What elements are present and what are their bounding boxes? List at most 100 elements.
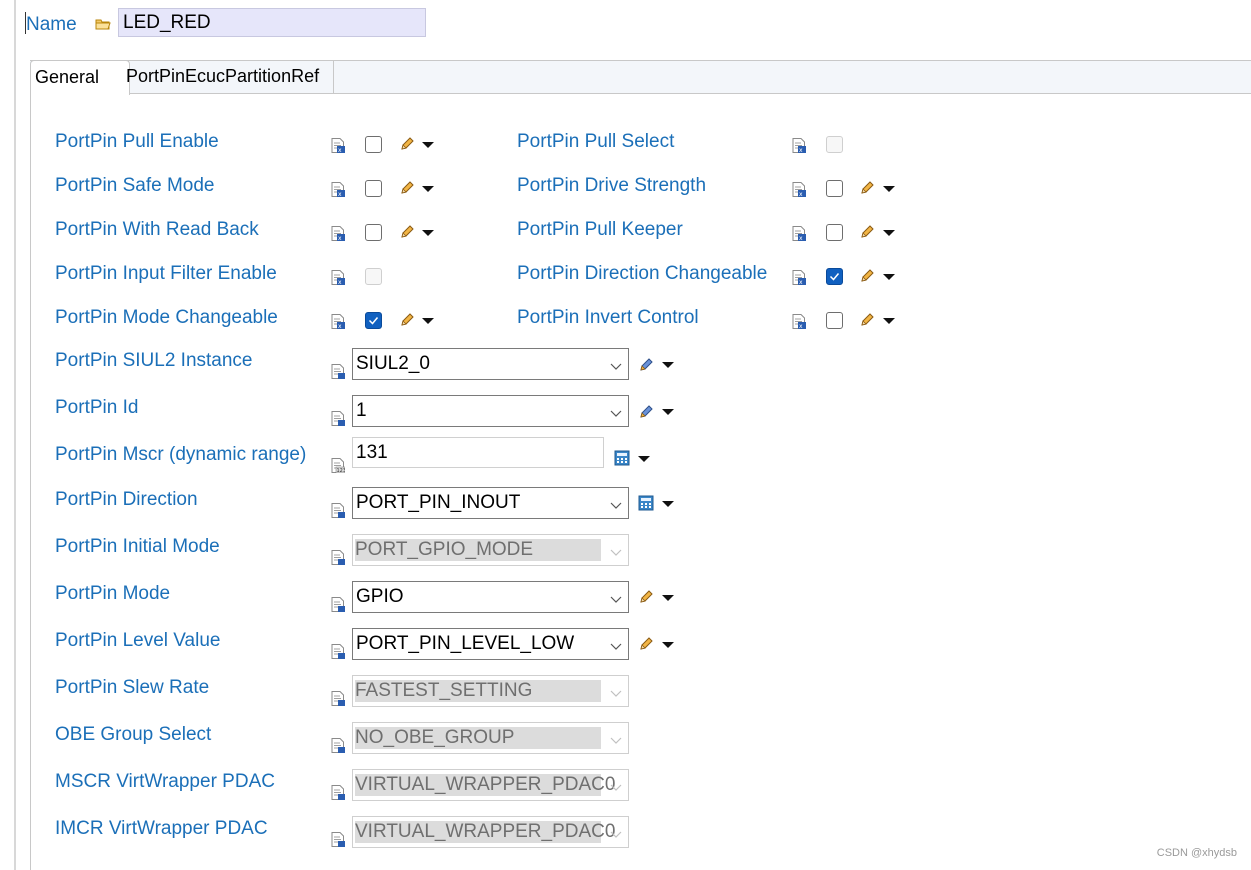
chevron-down-icon	[610, 544, 622, 562]
portpin-mode-changeable-pencil-icon[interactable]	[399, 312, 415, 333]
obe-group-select-label: OBE Group Select	[55, 724, 212, 745]
name-input-value: LED_RED	[123, 12, 211, 33]
portpin-direction-changeable-pencil-icon[interactable]	[859, 268, 875, 289]
portpin-slew-rate-label: PortPin Slew Rate	[55, 677, 210, 698]
portpin-safe-mode-label: PortPin Safe Mode	[55, 175, 215, 196]
portpin-level-value-pencil-icon[interactable]	[638, 636, 654, 657]
imcr-virtwrapper-pdac-select: VIRTUAL_WRAPPER_PDAC0	[352, 816, 629, 848]
portpin-siul2-instance-menu-caret-icon[interactable]	[662, 362, 674, 368]
portpin-initial-mode-type-icon	[331, 550, 345, 570]
portpin-safe-mode-menu-caret-icon[interactable]	[422, 186, 434, 192]
portpin-drive-strength-label: PortPin Drive Strength	[517, 175, 707, 196]
portpin-safe-mode-type-icon: x	[331, 182, 345, 202]
tab-general-label: General	[35, 67, 100, 87]
portpin-input-filter-enable-checkbox	[365, 268, 382, 285]
portpin-drive-strength-pencil-icon[interactable]	[859, 180, 875, 201]
watermark: CSDN @xhydsb	[1156, 847, 1237, 859]
folder-icon[interactable]	[95, 17, 111, 36]
portpin-pull-select-label: PortPin Pull Select	[517, 131, 675, 152]
portpin-pull-select-checkbox	[826, 136, 843, 153]
portpin-direction-menu-caret-icon[interactable]	[662, 501, 674, 507]
portpin-direction-changeable-menu-caret-icon[interactable]	[883, 274, 895, 280]
portpin-mscr-dynamic-range-value: 131	[356, 442, 388, 463]
svg-text:x: x	[799, 147, 803, 153]
portpin-id-menu-caret-icon[interactable]	[662, 409, 674, 415]
portpin-mscr-dynamic-range-calculator-icon[interactable]	[614, 450, 630, 471]
portpin-siul2-instance-select[interactable]: SIUL2_0	[352, 348, 629, 380]
portpin-direction-calculator-icon[interactable]	[638, 495, 654, 516]
mscr-virtwrapper-pdac-value: VIRTUAL_WRAPPER_PDAC0	[355, 774, 616, 796]
portpin-id-select[interactable]: 1	[352, 395, 629, 427]
tab-portpinecucpartitionref-label: PortPinEcucPartitionRef	[126, 66, 320, 86]
svg-text:x: x	[799, 191, 803, 197]
chevron-down-icon[interactable]	[610, 591, 622, 609]
portpin-mscr-dynamic-range-type-icon: 123	[331, 458, 346, 478]
portpin-pull-enable-pencil-icon[interactable]	[399, 136, 415, 157]
portpin-input-filter-enable-type-icon: x	[331, 270, 345, 290]
portpin-level-value-value: PORT_PIN_LEVEL_LOW	[356, 633, 575, 654]
chevron-down-icon[interactable]	[610, 497, 622, 515]
svg-text:x: x	[799, 235, 803, 241]
imcr-virtwrapper-pdac-value: VIRTUAL_WRAPPER_PDAC0	[355, 821, 616, 843]
portpin-mode-changeable-label: PortPin Mode Changeable	[55, 307, 278, 328]
portpin-level-value-label: PortPin Level Value	[55, 630, 221, 651]
name-input[interactable]: LED_RED	[118, 8, 426, 37]
portpin-mode-changeable-menu-caret-icon[interactable]	[422, 318, 434, 324]
svg-text:x: x	[799, 279, 803, 285]
portpin-initial-mode-value: PORT_GPIO_MODE	[355, 539, 601, 561]
portpin-id-label: PortPin Id	[55, 397, 139, 418]
portpin-safe-mode-pencil-icon[interactable]	[399, 180, 415, 201]
portpin-mode-changeable-type-icon: x	[331, 314, 345, 334]
portpin-input-filter-enable-label: PortPin Input Filter Enable	[55, 263, 277, 284]
portpin-initial-mode-select: PORT_GPIO_MODE	[352, 534, 629, 566]
portpin-invert-control-menu-caret-icon[interactable]	[883, 318, 895, 324]
portpin-pull-keeper-menu-caret-icon[interactable]	[883, 230, 895, 236]
portpin-drive-strength-menu-caret-icon[interactable]	[883, 186, 895, 192]
portpin-level-value-menu-caret-icon[interactable]	[662, 642, 674, 648]
portpin-pull-enable-menu-caret-icon[interactable]	[422, 142, 434, 148]
portpin-mscr-dynamic-range-menu-caret-icon[interactable]	[638, 456, 650, 462]
portpin-mode-select[interactable]: GPIO	[352, 581, 629, 613]
portpin-level-value-select[interactable]: PORT_PIN_LEVEL_LOW	[352, 628, 629, 660]
portpin-pull-enable-checkbox[interactable]	[365, 136, 382, 153]
portpin-with-read-back-pencil-icon[interactable]	[399, 224, 415, 245]
portpin-id-pencil-icon[interactable]	[638, 403, 654, 424]
chevron-down-icon[interactable]	[610, 405, 622, 423]
svg-text:x: x	[338, 235, 342, 241]
obe-group-select-select: NO_OBE_GROUP	[352, 722, 629, 754]
portpin-id-type-icon	[331, 411, 345, 431]
chevron-down-icon[interactable]	[610, 358, 622, 376]
portpin-mode-pencil-icon[interactable]	[638, 589, 654, 610]
portpin-with-read-back-checkbox[interactable]	[365, 224, 382, 241]
portpin-drive-strength-checkbox[interactable]	[826, 180, 843, 197]
portpin-direction-label: PortPin Direction	[55, 489, 198, 510]
content-panel	[30, 94, 1251, 870]
tab-portpinecucpartitionref[interactable]: PortPinEcucPartitionRef	[120, 61, 334, 93]
portpin-mode-menu-caret-icon[interactable]	[662, 595, 674, 601]
chevron-down-icon	[610, 732, 622, 750]
portpin-siul2-instance-value: SIUL2_0	[356, 353, 430, 374]
portpin-id-value: 1	[356, 400, 367, 421]
portpin-direction-type-icon	[331, 503, 345, 523]
portpin-direction-changeable-type-icon: x	[792, 270, 806, 290]
portpin-invert-control-pencil-icon[interactable]	[859, 312, 875, 333]
portpin-pull-enable-label: PortPin Pull Enable	[55, 131, 219, 152]
imcr-virtwrapper-pdac-label: IMCR VirtWrapper PDAC	[55, 818, 268, 839]
portpin-with-read-back-menu-caret-icon[interactable]	[422, 230, 434, 236]
portpin-invert-control-checkbox[interactable]	[826, 312, 843, 329]
chevron-down-icon[interactable]	[610, 638, 622, 656]
chevron-down-icon	[610, 826, 622, 844]
portpin-direction-changeable-checkbox[interactable]	[826, 268, 843, 285]
portpin-direction-select[interactable]: PORT_PIN_INOUT	[352, 487, 629, 519]
portpin-pull-keeper-pencil-icon[interactable]	[859, 224, 875, 245]
mscr-virtwrapper-pdac-type-icon	[331, 785, 345, 805]
tab-general[interactable]: General	[30, 60, 130, 95]
obe-group-select-type-icon	[331, 738, 345, 758]
portpin-mode-changeable-checkbox[interactable]	[365, 312, 382, 329]
portpin-mscr-dynamic-range-input[interactable]: 131	[352, 437, 604, 468]
portpin-safe-mode-checkbox[interactable]	[365, 180, 382, 197]
portpin-direction-value: PORT_PIN_INOUT	[356, 492, 521, 513]
portpin-pull-keeper-checkbox[interactable]	[826, 224, 843, 241]
portpin-siul2-instance-pencil-icon[interactable]	[638, 356, 654, 377]
chevron-down-icon	[610, 685, 622, 703]
